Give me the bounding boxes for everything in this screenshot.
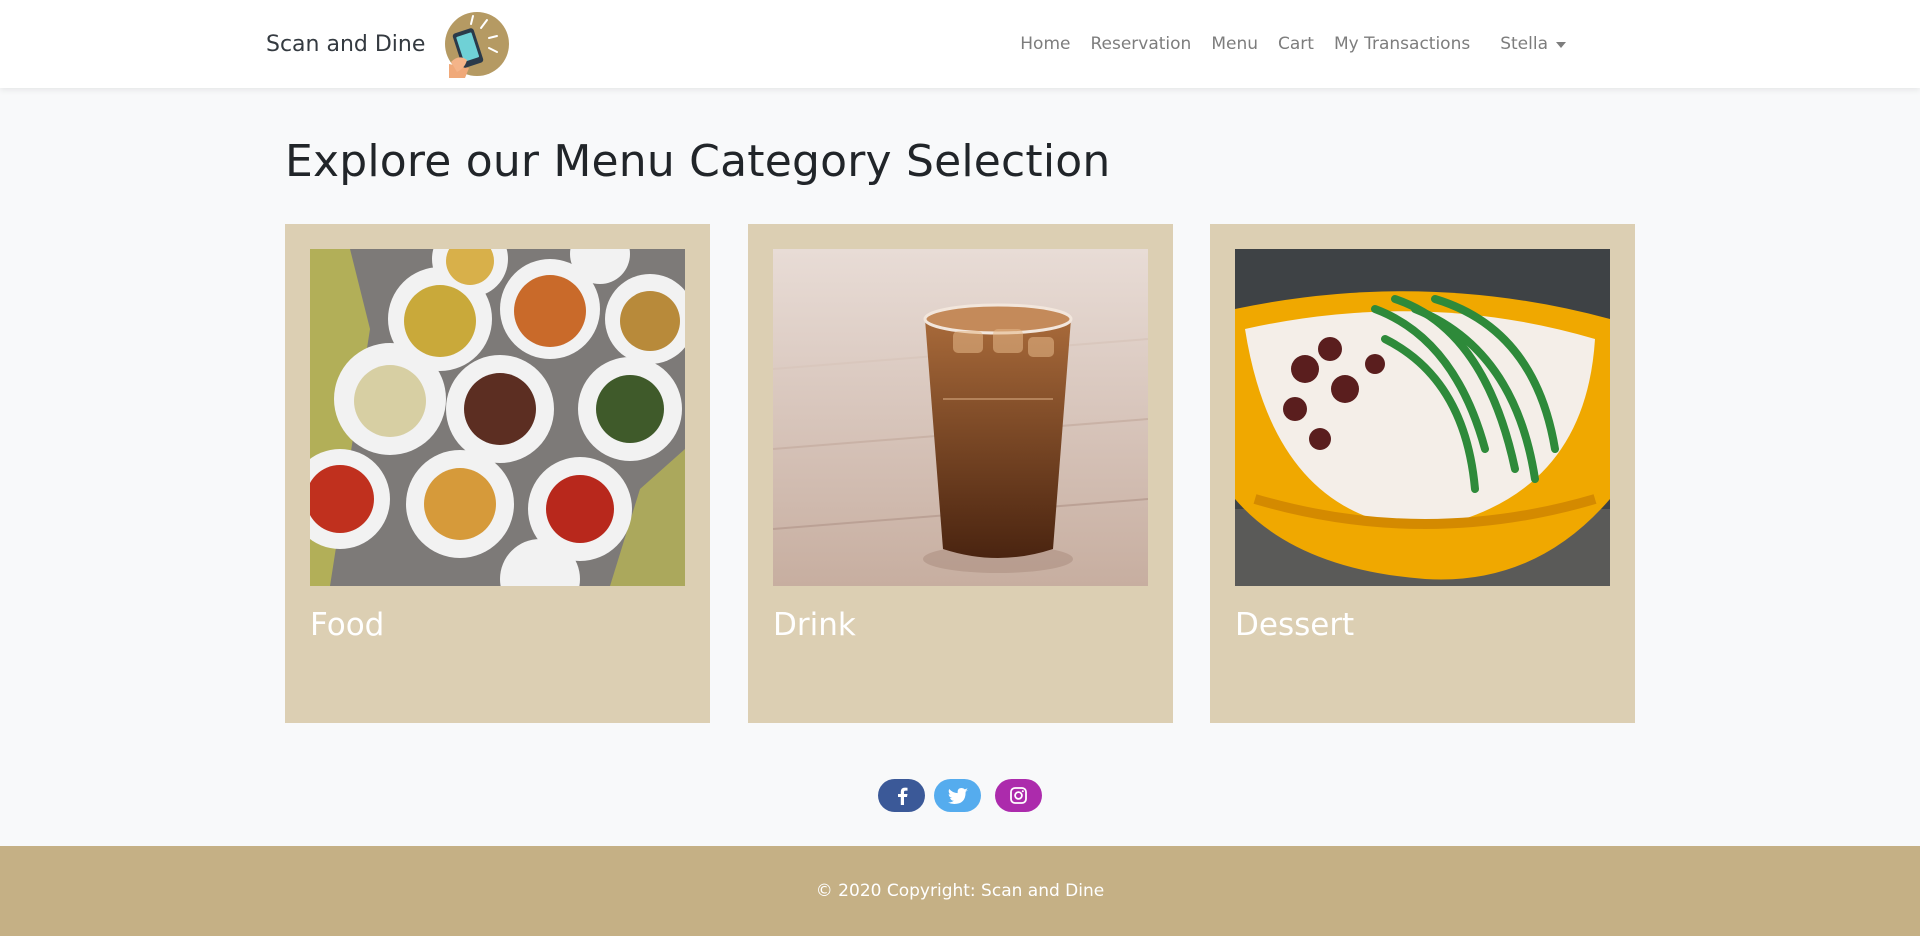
user-name: Stella bbox=[1500, 34, 1548, 54]
category-label-drink: Drink bbox=[773, 607, 856, 643]
category-label-dessert: Dessert bbox=[1235, 607, 1355, 643]
phone-hand-logo-icon bbox=[445, 12, 510, 78]
facebook-icon bbox=[897, 787, 907, 805]
category-card-dessert[interactable]: Dessert bbox=[1210, 224, 1635, 723]
category-label-food: Food bbox=[310, 607, 385, 643]
twitter-button[interactable] bbox=[934, 779, 981, 812]
user-dropdown[interactable]: Stella bbox=[1500, 34, 1566, 54]
nav-menu[interactable]: Menu bbox=[1201, 34, 1268, 54]
navbar: Scan and Dine Home Reservation Menu Cart… bbox=[0, 0, 1920, 88]
brand-text: Scan and Dine bbox=[266, 31, 426, 57]
cendol-dessert-bowl-image bbox=[1235, 249, 1610, 586]
category-card-food[interactable]: Food bbox=[285, 224, 710, 723]
chevron-down-icon bbox=[1556, 42, 1566, 48]
instagram-button[interactable] bbox=[995, 779, 1042, 812]
footer-copyright: © 2020 Copyright: Scan and Dine bbox=[815, 881, 1105, 901]
category-card-drink[interactable]: Drink bbox=[748, 224, 1173, 723]
twitter-icon bbox=[947, 787, 968, 804]
brand-link[interactable]: Scan and Dine bbox=[266, 0, 511, 88]
iced-tea-glass-image bbox=[773, 249, 1148, 586]
nav-my-transactions[interactable]: My Transactions bbox=[1324, 34, 1480, 54]
footer: © 2020 Copyright: Scan and Dine bbox=[0, 846, 1920, 936]
facebook-button[interactable] bbox=[878, 779, 925, 812]
instagram-icon bbox=[1010, 787, 1027, 804]
nav-home[interactable]: Home bbox=[1010, 34, 1080, 54]
page-title: Explore our Menu Category Selection bbox=[285, 136, 1111, 187]
food-dishes-image bbox=[310, 249, 685, 586]
nav-reservation[interactable]: Reservation bbox=[1080, 34, 1201, 54]
nav-cart[interactable]: Cart bbox=[1268, 34, 1324, 54]
nav-links: Home Reservation Menu Cart My Transactio… bbox=[1010, 0, 1566, 88]
